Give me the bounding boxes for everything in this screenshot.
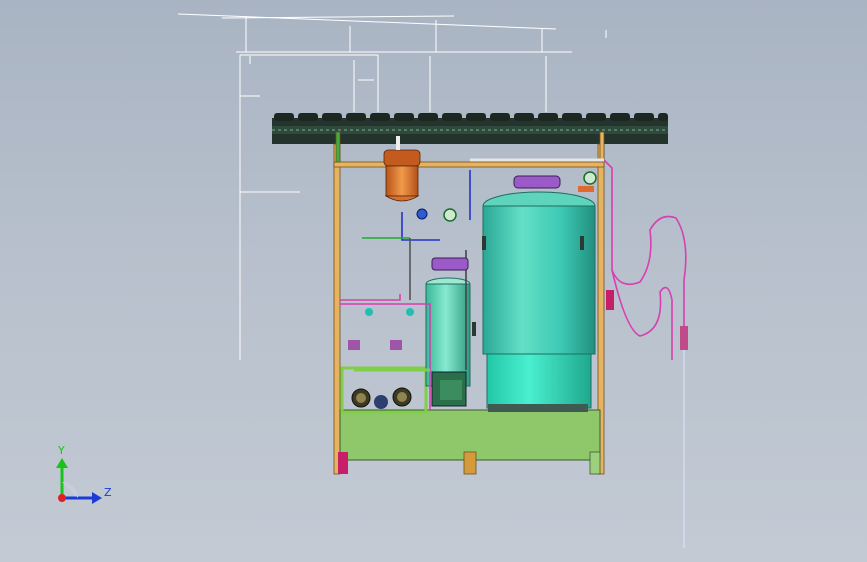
coordinate-triad: Y Z: [56, 444, 112, 504]
model-canvas[interactable]: Y Z: [0, 0, 867, 562]
small-filter-tank[interactable]: [425, 277, 471, 407]
dosing-vessel[interactable]: [383, 136, 421, 202]
y-axis-label: Y: [57, 444, 65, 457]
x-axis-dot: [58, 494, 66, 502]
dosing-pumps[interactable]: [351, 387, 412, 409]
large-storage-tank[interactable]: [482, 191, 596, 412]
cad-viewport[interactable]: Y Z: [0, 0, 867, 562]
roof-panel[interactable]: [272, 113, 668, 144]
z-axis-label: Z: [104, 486, 112, 499]
